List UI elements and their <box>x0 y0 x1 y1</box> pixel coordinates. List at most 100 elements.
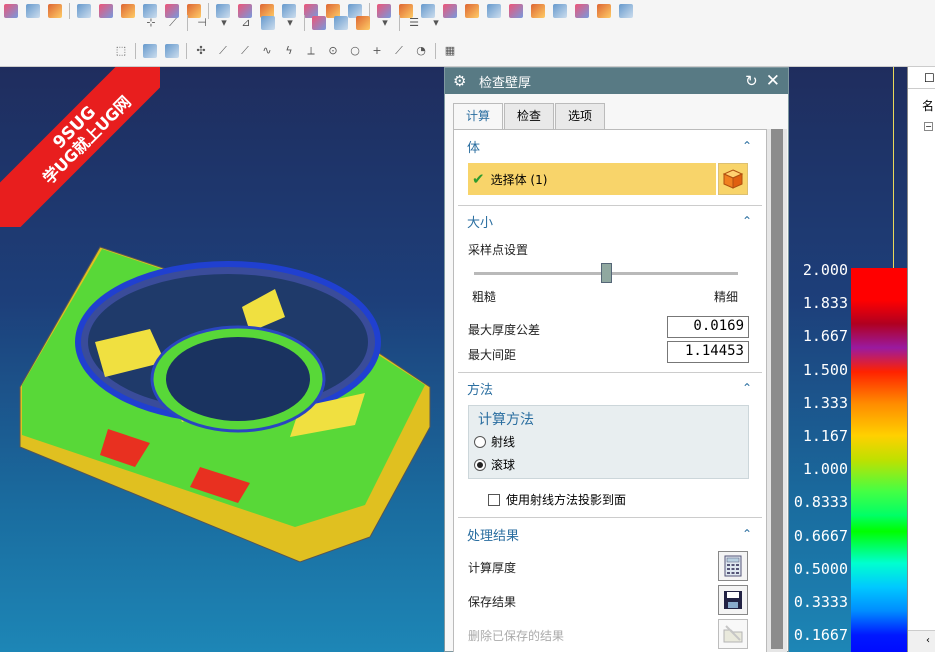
legend-label: 2.000 <box>802 261 848 279</box>
snap-intersect-icon[interactable]: ⟂ <box>304 44 318 58</box>
select-box-icon[interactable]: ⬚ <box>114 44 128 58</box>
delete-saved-results-label: 删除已保存的结果 <box>468 629 565 643</box>
dialog-scroll-thumb[interactable] <box>771 129 783 649</box>
section-method-header[interactable]: 方法 ⌃ <box>454 376 766 400</box>
ray-projection-checkbox-row[interactable]: 使用射线方法投影到面 <box>488 491 626 508</box>
tab-check[interactable]: 检查 <box>504 103 555 129</box>
snap-face-icon[interactable]: ◔ <box>414 44 428 58</box>
calculator-icon <box>724 555 742 577</box>
filter-icon[interactable]: ☰ <box>407 16 421 30</box>
dialog-title-bar: ⚙ 检查壁厚 ↻ ✕ <box>445 68 788 94</box>
section-results-title: 处理结果 <box>467 528 520 544</box>
gear-icon[interactable]: ⚙ <box>453 73 469 89</box>
ray-projection-checkbox[interactable] <box>488 493 500 506</box>
snap-spline-icon[interactable]: ϟ <box>282 44 296 58</box>
toolbar-separator <box>69 3 70 19</box>
tool-icon[interactable] <box>575 4 589 18</box>
max-thickness-tol-field[interactable]: 0.0169 <box>667 316 749 338</box>
snap-center-icon[interactable]: ⊙ <box>326 44 340 58</box>
tool-icon[interactable] <box>77 4 91 18</box>
layer-icon[interactable] <box>312 16 326 30</box>
legend-label: 1.833 <box>802 294 848 313</box>
select-body-button[interactable] <box>718 163 748 195</box>
section-divider <box>458 205 762 206</box>
tool-icon[interactable] <box>553 4 567 18</box>
radio-ray-label: 射线 <box>491 435 516 449</box>
point-icon[interactable]: ⊹ <box>144 16 158 30</box>
navigator-scroll-left[interactable]: ‹ <box>908 630 935 652</box>
tool-icon[interactable] <box>121 4 135 18</box>
compute-thickness-button[interactable] <box>718 551 748 581</box>
dialog-scrollbar[interactable] <box>767 129 787 652</box>
snap-line-icon[interactable]: ⟋ <box>216 44 230 58</box>
chevron-up-icon[interactable]: ⌃ <box>742 381 752 395</box>
toolbar: ⊹ ⟋ ⊣ ▾ ⊿ ▾ ▾ ☰ ▾ ⬚ ✣ ⟋ ⟋ ∿ ϟ ⟂ ⊙ ○ + ⟋ … <box>0 0 935 67</box>
snap-curve-icon[interactable]: ∿ <box>260 44 274 58</box>
save-icon <box>724 591 742 609</box>
thickness-color-legend <box>851 268 907 652</box>
chevron-up-icon[interactable]: ⌃ <box>742 139 752 153</box>
tool-icon[interactable] <box>619 4 633 18</box>
tool-icon[interactable] <box>26 4 40 18</box>
dimension-icon[interactable]: ⊣ <box>195 16 209 30</box>
chevron-down-icon[interactable]: ▾ <box>429 16 443 30</box>
reset-icon[interactable]: ↻ <box>745 72 758 90</box>
chevron-down-icon[interactable]: ▾ <box>217 16 231 30</box>
radio-rolling-ball-dot[interactable] <box>474 458 486 471</box>
chevron-down-icon[interactable]: ▾ <box>378 16 392 30</box>
tab-options[interactable]: 选项 <box>555 103 606 129</box>
section-divider <box>458 517 762 518</box>
part-model[interactable] <box>10 167 440 567</box>
shaded-icon[interactable] <box>143 44 157 58</box>
radio-ray-dot[interactable] <box>474 435 486 448</box>
line-icon[interactable]: ⟋ <box>166 16 180 30</box>
save-results-button[interactable] <box>718 585 748 615</box>
tab-compute[interactable]: 计算 <box>453 103 504 130</box>
toolbar-row-3: ⬚ ✣ ⟋ ⟋ ∿ ϟ ⟂ ⊙ ○ + ⟋ ◔ ▦ <box>110 40 461 62</box>
chevron-down-icon[interactable]: ▾ <box>283 16 297 30</box>
chevron-up-icon[interactable]: ⌃ <box>742 527 752 541</box>
snap-line-icon[interactable]: ⟋ <box>392 44 406 58</box>
chevron-up-icon[interactable]: ⌃ <box>742 214 752 228</box>
close-icon[interactable]: ✕ <box>766 71 780 91</box>
section-results-header[interactable]: 处理结果 ⌃ <box>454 522 766 546</box>
compute-thickness-label: 计算厚度 <box>468 561 517 575</box>
snap-icon[interactable]: ✣ <box>194 44 208 58</box>
tool-icon[interactable] <box>531 4 545 18</box>
navigator-collapse-icon[interactable]: − <box>924 122 933 131</box>
tool-icon[interactable] <box>465 4 479 18</box>
section-body-header[interactable]: 体 ⌃ <box>454 134 766 158</box>
section-size-header[interactable]: 大小 ⌃ <box>454 209 766 233</box>
snap-point-icon[interactable]: + <box>370 44 384 58</box>
render-icon[interactable] <box>334 16 348 30</box>
tool-icon[interactable] <box>4 4 18 18</box>
radio-ray[interactable]: 射线 <box>474 433 515 450</box>
tool-icon[interactable] <box>509 4 523 18</box>
navigator-column-header[interactable]: 名 <box>922 97 934 114</box>
select-body-label: 选择体 (1) <box>490 172 548 187</box>
slider-coarse-label: 粗糙 <box>472 290 497 304</box>
section-size-title: 大小 <box>467 215 494 231</box>
material-icon[interactable] <box>356 16 370 30</box>
tool-icon[interactable] <box>48 4 62 18</box>
select-body-field[interactable]: ✔ 选择体 (1) <box>468 163 716 195</box>
tool-icon[interactable] <box>597 4 611 18</box>
grid-icon[interactable]: ▦ <box>443 44 457 58</box>
constraint-icon[interactable]: ⊿ <box>239 16 253 30</box>
compute-method-group: 计算方法 射线 滚球 <box>468 405 749 479</box>
view-icon[interactable] <box>261 16 275 30</box>
sample-slider-thumb[interactable] <box>601 263 612 283</box>
legend-label: 1.500 <box>802 360 848 379</box>
toolbar-separator <box>435 43 436 59</box>
radio-rolling-ball[interactable]: 滚球 <box>474 456 515 473</box>
sample-slider-track[interactable] <box>474 263 738 283</box>
delete-saved-results-button[interactable] <box>718 619 748 649</box>
cube-icon[interactable] <box>165 44 179 58</box>
legend-label: 1.000 <box>802 460 848 479</box>
legend-label: 0.5000 <box>793 559 848 578</box>
tool-icon[interactable] <box>487 4 501 18</box>
tool-icon[interactable] <box>99 4 113 18</box>
snap-line-icon[interactable]: ⟋ <box>238 44 252 58</box>
max-spacing-field[interactable]: 1.14453 <box>667 341 749 363</box>
snap-circle-icon[interactable]: ○ <box>348 44 362 58</box>
